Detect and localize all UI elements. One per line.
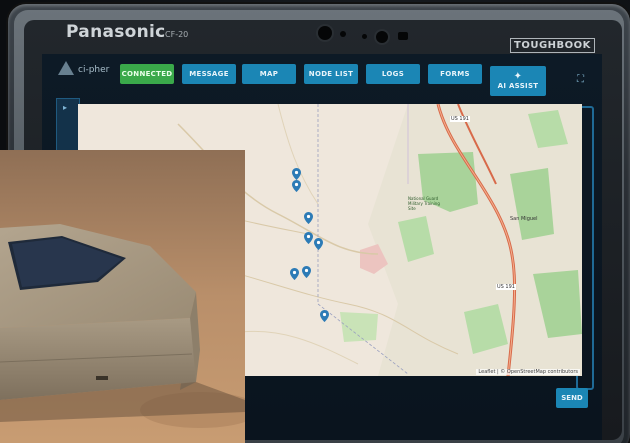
map-attribution: Leaflet | © OpenStreetMap contributors (476, 369, 580, 375)
sparkle-icon: ✦ (513, 71, 523, 82)
camera-lens-icon (376, 31, 388, 43)
node-pin-icon[interactable] (292, 180, 301, 192)
ai-assist-button[interactable]: ✦ AI ASSIST (490, 66, 546, 96)
town-label: San Miguel (510, 216, 538, 222)
map-button[interactable]: MAP (242, 64, 296, 84)
device-brand: Panasonic (66, 22, 166, 42)
chevron-right-icon: ▸ (63, 103, 68, 112)
camera-lens-icon (318, 26, 332, 40)
node-pin-icon[interactable] (304, 212, 313, 224)
sensor-icon (340, 31, 346, 37)
send-label: SEND (561, 394, 583, 402)
node-list-button[interactable]: NODE LIST (304, 64, 358, 84)
device-model: CF-20 (165, 30, 189, 39)
road-label: US 191 (450, 116, 470, 122)
node-pin-icon[interactable] (292, 168, 301, 180)
logs-button[interactable]: LOGS (366, 64, 420, 84)
ai-assist-label: AI ASSIST (497, 82, 539, 90)
send-button[interactable]: SEND (556, 388, 588, 408)
connected-status-button[interactable]: CONNECTED (120, 64, 174, 84)
message-button[interactable]: MESSAGE (182, 64, 236, 84)
forms-button[interactable]: FORMS (428, 64, 482, 84)
sensor-icon (362, 34, 367, 39)
message-label: MESSAGE (189, 70, 229, 78)
node-list-label: NODE LIST (308, 70, 354, 78)
node-pin-icon[interactable] (304, 232, 313, 244)
node-pin-icon[interactable] (320, 310, 329, 322)
map-label: MAP (259, 70, 279, 78)
node-pin-icon[interactable] (290, 268, 299, 280)
device-photo (0, 150, 245, 443)
node-pin-icon[interactable] (314, 238, 323, 250)
fullscreen-icon[interactable]: ⛶ (577, 74, 584, 85)
park-label: National Guard Military Training Site (408, 196, 440, 211)
road-label: US 191 (496, 284, 516, 290)
logo-icon (58, 61, 74, 75)
scene: Panasonic CF-20 TOUGHBOOK ci-pher CONNEC… (0, 0, 630, 443)
connected-label: CONNECTED (121, 70, 173, 78)
node-pin-icon[interactable] (302, 266, 311, 278)
sensor-icon (398, 32, 408, 40)
toughbook-badge: TOUGHBOOK (510, 38, 595, 53)
forms-label: FORMS (440, 70, 470, 78)
logs-label: LOGS (381, 70, 405, 78)
solar-node-device-image (0, 150, 245, 443)
app-logo-text: ci-pher (78, 65, 110, 75)
